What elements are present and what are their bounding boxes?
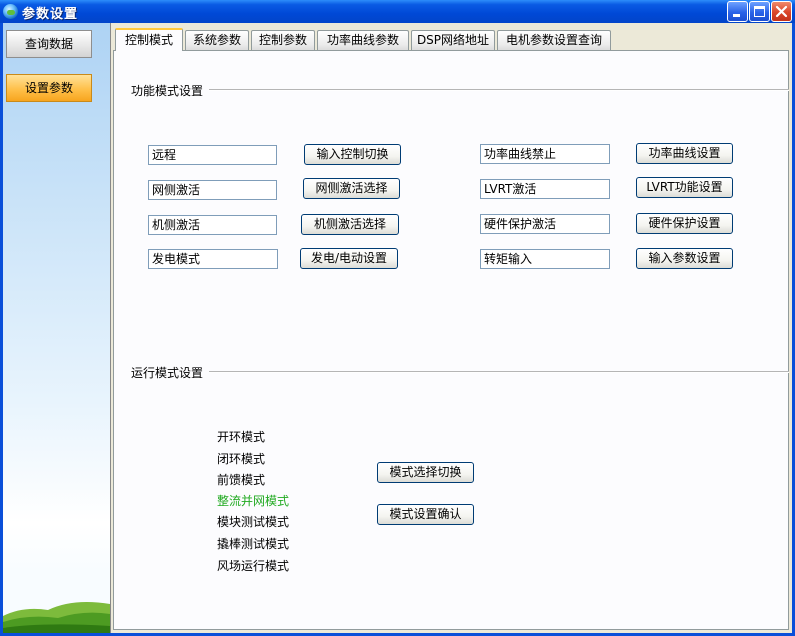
- lvrt-function-setting-button[interactable]: LVRT功能设置: [636, 177, 733, 198]
- mode-rectifier-grid-connect[interactable]: 整流并网模式: [217, 493, 289, 509]
- function-mode-group-line: [209, 89, 789, 91]
- grass-landscape-icon: [3, 602, 110, 633]
- generation-mode-field[interactable]: 发电模式: [148, 249, 278, 269]
- maximize-icon: [754, 6, 765, 17]
- mode-open-loop[interactable]: 开环模式: [217, 429, 265, 445]
- control-mode-panel: 功能模式设置 远程 输入控制切换 网侧激活 网侧激活选择 机侧激活 机侧激活选择…: [113, 50, 789, 630]
- power-curve-disable-field[interactable]: 功率曲线禁止: [480, 144, 610, 164]
- input-parameter-setting-button[interactable]: 输入参数设置: [636, 248, 733, 269]
- client-area: 查询数据 设置参数 控制模式 系统参数 控制参数 功率曲线参数 DSP网络地址 …: [3, 23, 792, 633]
- set-parameters-button[interactable]: 设置参数: [6, 74, 92, 102]
- minimize-button[interactable]: [727, 1, 748, 22]
- power-curve-setting-button[interactable]: 功率曲线设置: [636, 143, 733, 164]
- tab-dsp-network-address[interactable]: DSP网络地址: [411, 30, 495, 50]
- sidebar: 查询数据 设置参数: [3, 23, 110, 633]
- hardware-protection-setting-button[interactable]: 硬件保护设置: [636, 213, 733, 234]
- close-button[interactable]: [771, 1, 792, 22]
- tab-motor-params-query[interactable]: 电机参数设置查询: [497, 30, 611, 50]
- grid-side-active-field[interactable]: 网侧激活: [148, 180, 277, 200]
- window-title: 参数设置: [22, 7, 79, 22]
- function-mode-group-title: 功能模式设置: [131, 82, 208, 99]
- minimize-icon: [733, 14, 740, 17]
- tab-system-params[interactable]: 系统参数: [185, 30, 249, 50]
- mode-feedforward[interactable]: 前馈模式: [217, 472, 265, 488]
- globe-icon: [3, 4, 18, 19]
- mode-select-switch-button[interactable]: 模式选择切换: [377, 462, 474, 483]
- machine-side-active-select-button[interactable]: 机侧激活选择: [301, 214, 399, 235]
- mode-wind-farm-run[interactable]: 风场运行模式: [217, 558, 289, 574]
- torque-input-field[interactable]: 转矩输入: [480, 249, 610, 269]
- tab-control-params[interactable]: 控制参数: [251, 30, 315, 50]
- remote-field[interactable]: 远程: [148, 145, 277, 165]
- generator-motor-setting-button[interactable]: 发电/电动设置: [300, 248, 398, 269]
- hardware-protection-active-field[interactable]: 硬件保护激活: [480, 214, 610, 234]
- title-bar[interactable]: 参数设置: [0, 0, 795, 23]
- mode-module-test[interactable]: 模块测试模式: [217, 514, 289, 530]
- lvrt-active-field[interactable]: LVRT激活: [480, 179, 610, 199]
- tab-control-mode[interactable]: 控制模式: [115, 28, 183, 51]
- query-data-button[interactable]: 查询数据: [6, 30, 92, 58]
- grid-side-active-select-button[interactable]: 网侧激活选择: [303, 178, 400, 199]
- tab-power-curve-params[interactable]: 功率曲线参数: [317, 30, 409, 50]
- mode-closed-loop[interactable]: 闭环模式: [217, 451, 265, 467]
- window-frame: 参数设置 查询数据 设置参数 控制模式 系统参数 控制参数 功率曲线参数 DSP…: [0, 0, 795, 636]
- run-mode-group-line: [209, 371, 789, 373]
- mode-setting-confirm-button[interactable]: 模式设置确认: [377, 504, 474, 525]
- input-control-switch-button[interactable]: 输入控制切换: [304, 144, 401, 165]
- close-icon: [775, 5, 788, 18]
- machine-side-active-field[interactable]: 机侧激活: [148, 215, 277, 235]
- maximize-button[interactable]: [749, 1, 770, 22]
- run-mode-group-title: 运行模式设置: [131, 364, 208, 381]
- mode-crowbar-test[interactable]: 撬棒测试模式: [217, 536, 289, 552]
